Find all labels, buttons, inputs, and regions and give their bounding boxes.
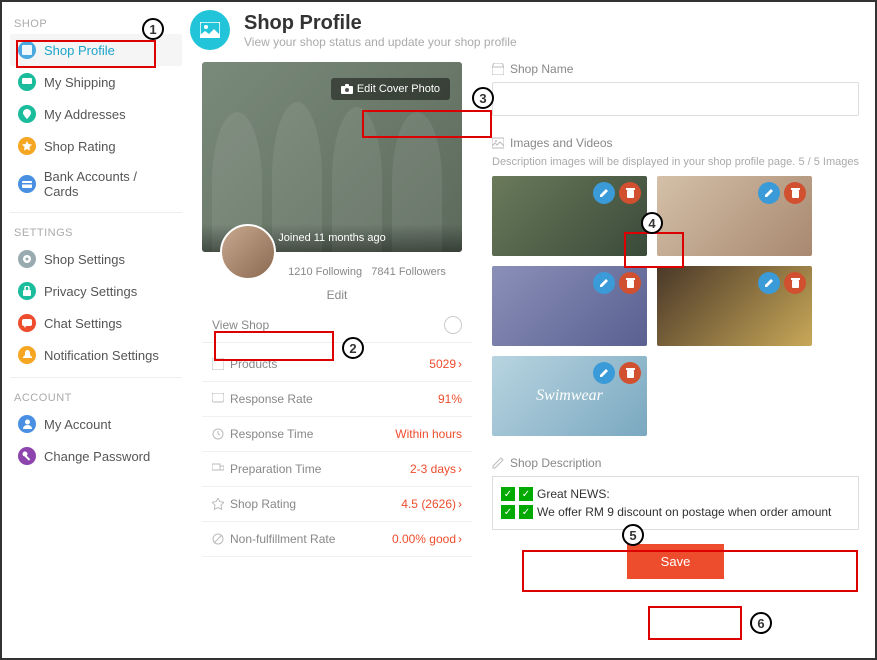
thumbnail[interactable]: [492, 176, 647, 256]
thumbnail[interactable]: [657, 176, 812, 256]
pin-icon: [18, 105, 36, 123]
chat-icon: [18, 314, 36, 332]
section-title-account: ACCOUNT: [10, 384, 182, 408]
image-thumbnails: Swimwear: [492, 176, 859, 436]
shop-icon: [492, 63, 504, 75]
page-title: Shop Profile: [244, 12, 517, 35]
nav-change-password[interactable]: Change Password: [10, 440, 182, 472]
images-videos-label: Images and Videos: [492, 136, 859, 150]
edit-thumb-button[interactable]: [758, 182, 780, 204]
nav-label: Shop Settings: [44, 252, 125, 267]
gear-icon: [18, 250, 36, 268]
edit-thumb-button[interactable]: [593, 362, 615, 384]
lock-icon: [18, 282, 36, 300]
images-count: 5 / 5 Images: [798, 156, 859, 168]
nav-chat-settings[interactable]: Chat Settings: [10, 307, 182, 339]
camera-icon: [341, 84, 353, 94]
delete-thumb-button[interactable]: [784, 182, 806, 204]
nav-label: Change Password: [44, 449, 150, 464]
delete-thumb-button[interactable]: [619, 182, 641, 204]
chevron-right-icon: ›: [458, 357, 462, 371]
image-icon: [492, 137, 504, 149]
nav-my-account[interactable]: My Account: [10, 408, 182, 440]
nav-shop-rating[interactable]: Shop Rating: [10, 130, 182, 162]
card-icon: [18, 175, 36, 193]
stat-response-rate: Response Rate91%: [202, 382, 472, 417]
thumbnail[interactable]: Swimwear: [492, 356, 647, 436]
section-title-settings: SETTINGS: [10, 219, 182, 243]
nav-bank-accounts[interactable]: Bank Accounts / Cards: [10, 162, 182, 206]
nav-label: My Account: [44, 417, 111, 432]
nav-label: Privacy Settings: [44, 284, 137, 299]
edit-thumb-button[interactable]: [593, 182, 615, 204]
check-icon: ✓: [501, 505, 515, 519]
pencil-icon: [492, 457, 504, 469]
ban-icon: [212, 533, 224, 545]
shop-stats: Products5029› Response Rate91% Response …: [202, 347, 472, 557]
stat-response-time: Response TimeWithin hours: [202, 417, 472, 452]
stat-preparation-time[interactable]: Preparation Time2-3 days›: [202, 452, 472, 487]
star-icon: [18, 137, 36, 155]
check-icon: ✓: [501, 487, 515, 501]
nav-label: Bank Accounts / Cards: [44, 169, 174, 199]
nav-label: Shop Rating: [44, 139, 116, 154]
stat-non-fulfillment[interactable]: Non-fulfillment Rate0.00% good›: [202, 522, 472, 557]
photo-icon: [18, 41, 36, 59]
truck-icon: [18, 73, 36, 91]
nav-shop-settings[interactable]: Shop Settings: [10, 243, 182, 275]
key-icon: [18, 447, 36, 465]
page-header: Shop Profile View your shop status and u…: [190, 10, 867, 50]
edit-cover-photo-button[interactable]: Edit Cover Photo: [331, 78, 450, 100]
nav-label: My Shipping: [44, 75, 116, 90]
chat-icon: [212, 393, 224, 405]
nav-privacy-settings[interactable]: Privacy Settings: [10, 275, 182, 307]
shop-description-label: Shop Description: [492, 456, 859, 470]
nav-label: My Addresses: [44, 107, 126, 122]
nav-my-addresses[interactable]: My Addresses: [10, 98, 182, 130]
truck-icon: [212, 463, 224, 475]
shop-description-input[interactable]: ✓✓ Great NEWS: ✓✓ We offer RM 9 discount…: [492, 476, 859, 530]
delete-thumb-button[interactable]: [619, 272, 641, 294]
edit-thumb-button[interactable]: [593, 272, 615, 294]
delete-thumb-button[interactable]: [784, 272, 806, 294]
sidebar: SHOP Shop Profile My Shipping My Address…: [10, 10, 190, 650]
nav-label: Shop Profile: [44, 43, 115, 58]
check-icon: ✓: [519, 505, 533, 519]
page-subtitle: View your shop status and update your sh…: [244, 35, 517, 49]
star-icon: [212, 498, 224, 510]
thumbnail[interactable]: [492, 266, 647, 346]
thumbnail[interactable]: [657, 266, 812, 346]
cover-photo: Edit Cover Photo Joined 11 months ago: [202, 62, 462, 252]
stat-shop-rating[interactable]: Shop Rating4.5 (2626)›: [202, 487, 472, 522]
clock-icon: [212, 428, 224, 440]
user-icon: [18, 415, 36, 433]
shop-name-input[interactable]: [492, 82, 859, 116]
nav-label: Notification Settings: [44, 348, 159, 363]
edit-profile-button[interactable]: Edit: [202, 282, 472, 308]
edit-thumb-button[interactable]: [758, 272, 780, 294]
section-title-shop: SHOP: [10, 10, 182, 34]
nav-my-shipping[interactable]: My Shipping: [10, 66, 182, 98]
bell-icon: [18, 346, 36, 364]
nav-label: Chat Settings: [44, 316, 122, 331]
shop-name-label: Shop Name: [492, 62, 859, 76]
view-shop-link[interactable]: View Shop: [212, 318, 269, 332]
nav-shop-profile[interactable]: Shop Profile: [10, 34, 182, 66]
check-icon: ✓: [519, 487, 533, 501]
stat-products[interactable]: Products5029›: [202, 347, 472, 382]
chevron-right-icon: ›: [458, 532, 462, 546]
shop-avatar[interactable]: [220, 224, 276, 280]
edit-cover-label: Edit Cover Photo: [357, 83, 440, 95]
save-button[interactable]: Save: [627, 544, 725, 579]
chevron-right-icon: ›: [458, 497, 462, 511]
chevron-right-icon: ›: [458, 462, 462, 476]
images-hint: Description images will be displayed in …: [492, 156, 795, 168]
header-icon: [190, 10, 230, 50]
nav-notification-settings[interactable]: Notification Settings: [10, 339, 182, 371]
box-icon: [212, 358, 224, 370]
smiley-icon[interactable]: [444, 316, 462, 334]
delete-thumb-button[interactable]: [619, 362, 641, 384]
